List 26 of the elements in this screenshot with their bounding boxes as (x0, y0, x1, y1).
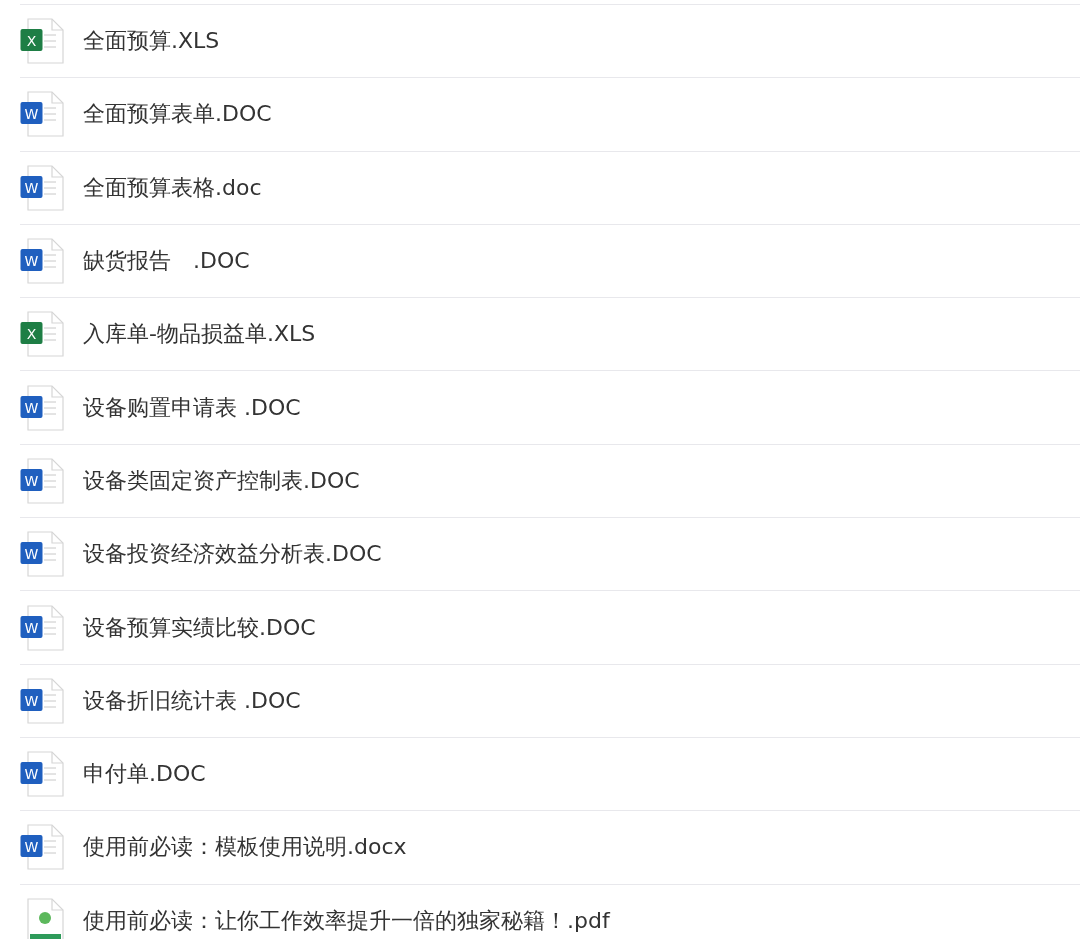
file-name: 设备投资经济效益分析表.DOC (83, 540, 382, 569)
file-row[interactable]: W 全面预算表格.doc (20, 150, 1080, 224)
file-name: 使用前必读：让你工作效率提升一倍的独家秘籍！.pdf (83, 906, 610, 935)
file-name: 设备类固定资产控制表.DOC (83, 466, 360, 495)
file-name: 设备购置申请表 .DOC (83, 393, 301, 422)
file-row[interactable]: X 入库单-物品损益单.XLS (20, 297, 1080, 371)
file-name: 全面预算表格.doc (83, 173, 262, 202)
file-name: 缺货报告 .DOC (83, 247, 250, 276)
file-row[interactable]: W 全面预算表单.DOC (20, 77, 1080, 151)
file-row[interactable]: W 缺货报告 .DOC (20, 223, 1080, 298)
file-name: 申付单.DOC (83, 760, 206, 789)
file-row[interactable]: 使用前必读：让你工作效率提升一倍的独家秘籍！.pdf (20, 883, 1080, 939)
file-name: 全面预算表单.DOC (83, 100, 272, 129)
file-row[interactable]: W 设备购置申请表 .DOC (20, 370, 1080, 444)
file-row[interactable]: X 全面预算.XLS (20, 4, 1080, 78)
file-name: 全面预算.XLS (83, 27, 220, 56)
file-row[interactable]: W 使用前必读：模板使用说明.docx (20, 810, 1080, 884)
file-name: 入库单-物品损益单.XLS (83, 320, 316, 349)
file-name: 设备折旧统计表 .DOC (83, 686, 301, 715)
file-row[interactable]: W 申付单.DOC (20, 736, 1080, 811)
file-row[interactable]: W 设备折旧统计表 .DOC (20, 663, 1080, 737)
file-name: 设备预算实绩比较.DOC (83, 613, 316, 642)
file-row[interactable]: W 设备类固定资产控制表.DOC (20, 443, 1080, 518)
file-name: 使用前必读：模板使用说明.docx (83, 833, 407, 862)
file-row[interactable]: W 设备预算实绩比较.DOC (20, 590, 1080, 664)
file-row[interactable]: W 设备投资经济效益分析表.DOC (20, 517, 1080, 591)
